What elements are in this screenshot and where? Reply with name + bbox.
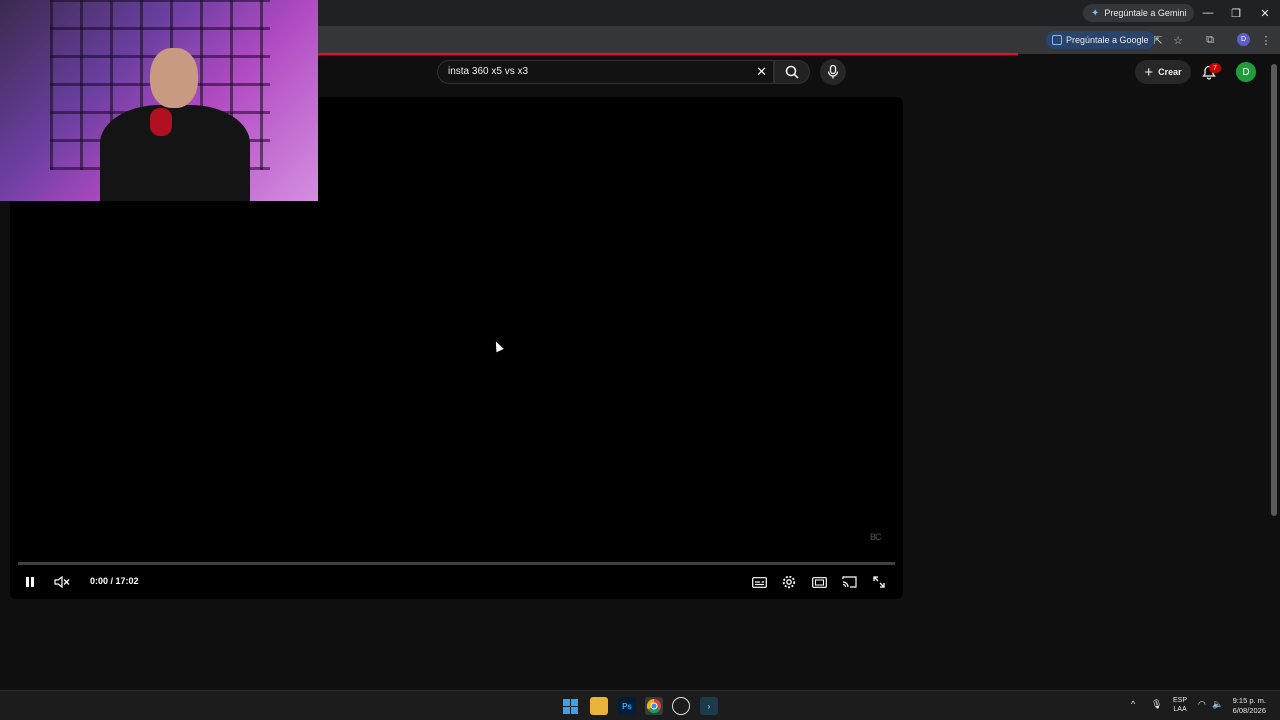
search-input[interactable]: insta 360 x5 vs x3 ✕ xyxy=(437,60,774,84)
plus-icon: + xyxy=(1144,63,1154,81)
notification-count-badge: 7 xyxy=(1209,63,1221,73)
video-watermark: BC xyxy=(870,532,881,542)
windows-logo-icon xyxy=(562,698,578,714)
input-language[interactable]: ESP LAA xyxy=(1173,696,1187,714)
video-time: 0:00 / 17:02 xyxy=(90,576,139,586)
photoshop-label: Ps xyxy=(622,701,632,711)
close-window-icon[interactable]: ✕ xyxy=(1253,4,1277,22)
start-button[interactable] xyxy=(561,697,579,715)
tray-overflow-icon[interactable]: ^ xyxy=(1131,699,1135,709)
app-icon[interactable]: › xyxy=(700,697,718,715)
theater-mode-icon xyxy=(811,576,827,588)
bookmark-star-icon[interactable]: ☆ xyxy=(1169,31,1187,49)
language-code: ESP xyxy=(1173,697,1188,704)
restore-icon[interactable]: ❐ xyxy=(1224,4,1248,22)
screen: ✦ Pregúntale a Gemini — ❐ ✕ Pregúntale a… xyxy=(0,0,1280,720)
obs-studio-icon[interactable] xyxy=(672,697,690,715)
chrome-logo-icon xyxy=(646,698,661,714)
cast-icon xyxy=(841,576,857,588)
extensions-icon[interactable]: ⧉ xyxy=(1201,31,1219,49)
search-button[interactable] xyxy=(774,60,810,84)
page-scrollbar[interactable] xyxy=(1271,64,1277,516)
system-clock[interactable]: 9:15 p. m. 6/08/2026 xyxy=(1230,696,1266,716)
clear-search-icon[interactable]: ✕ xyxy=(756,64,767,80)
ask-gemini-button[interactable]: ✦ Pregúntale a Gemini xyxy=(1083,4,1195,22)
gear-icon xyxy=(782,575,796,589)
voice-search-button[interactable] xyxy=(820,59,846,85)
browser-profile-avatar[interactable]: D xyxy=(1237,33,1250,46)
search-icon xyxy=(785,65,799,79)
clock-date: 6/08/2026 xyxy=(1232,706,1266,715)
chrome-icon[interactable] xyxy=(645,697,663,715)
pause-icon xyxy=(26,577,34,587)
fullscreen-button[interactable] xyxy=(868,573,890,591)
mute-button[interactable] xyxy=(51,573,73,591)
streaming-microphone xyxy=(150,108,172,136)
keyboard-layout: LAA xyxy=(1173,706,1187,713)
windows-taskbar: Ps › ^ 🎙 ESP LAA ◠ 🔈 9:15 p. m. 6/08/202… xyxy=(0,690,1280,720)
install-app-icon[interactable]: ⇱ xyxy=(1149,31,1167,49)
browser-menu-icon[interactable]: ⋮ xyxy=(1257,31,1275,49)
ask-google-button[interactable]: Pregúntale a Google xyxy=(1046,31,1155,49)
gemini-sparkle-icon: ✦ xyxy=(1091,7,1100,19)
theater-mode-button[interactable] xyxy=(808,573,830,591)
subtitles-icon xyxy=(751,576,767,588)
clock-time: 9:15 p. m. xyxy=(1232,696,1266,705)
webcam-overlay xyxy=(0,0,318,201)
streamer-head xyxy=(150,48,198,108)
photoshop-icon[interactable]: Ps xyxy=(618,697,636,715)
tray-microphone-icon[interactable]: 🎙 xyxy=(1151,699,1162,710)
create-label: Crear xyxy=(1158,67,1182,77)
fullscreen-icon xyxy=(873,576,885,588)
subtitles-button[interactable] xyxy=(748,573,770,591)
volume-icon[interactable]: 🔈 xyxy=(1212,699,1223,710)
muted-speaker-icon xyxy=(54,576,70,588)
file-explorer-icon[interactable] xyxy=(590,697,608,715)
ask-gemini-label: Pregúntale a Gemini xyxy=(1104,8,1187,18)
cast-button[interactable] xyxy=(838,573,860,591)
minimize-icon[interactable]: — xyxy=(1196,4,1220,22)
account-avatar[interactable]: D xyxy=(1236,62,1256,82)
pause-button[interactable] xyxy=(19,573,41,591)
create-button[interactable]: + Crear xyxy=(1135,60,1191,84)
ask-google-label: Pregúntale a Google xyxy=(1066,35,1149,45)
video-progress-bar[interactable] xyxy=(18,562,895,565)
streamer-body xyxy=(100,105,250,201)
settings-button[interactable] xyxy=(778,573,800,591)
wifi-icon[interactable]: ◠ xyxy=(1198,699,1206,710)
search-query-text: insta 360 x5 vs x3 xyxy=(448,66,529,77)
google-lens-icon xyxy=(1052,35,1062,45)
microphone-icon xyxy=(827,65,839,79)
